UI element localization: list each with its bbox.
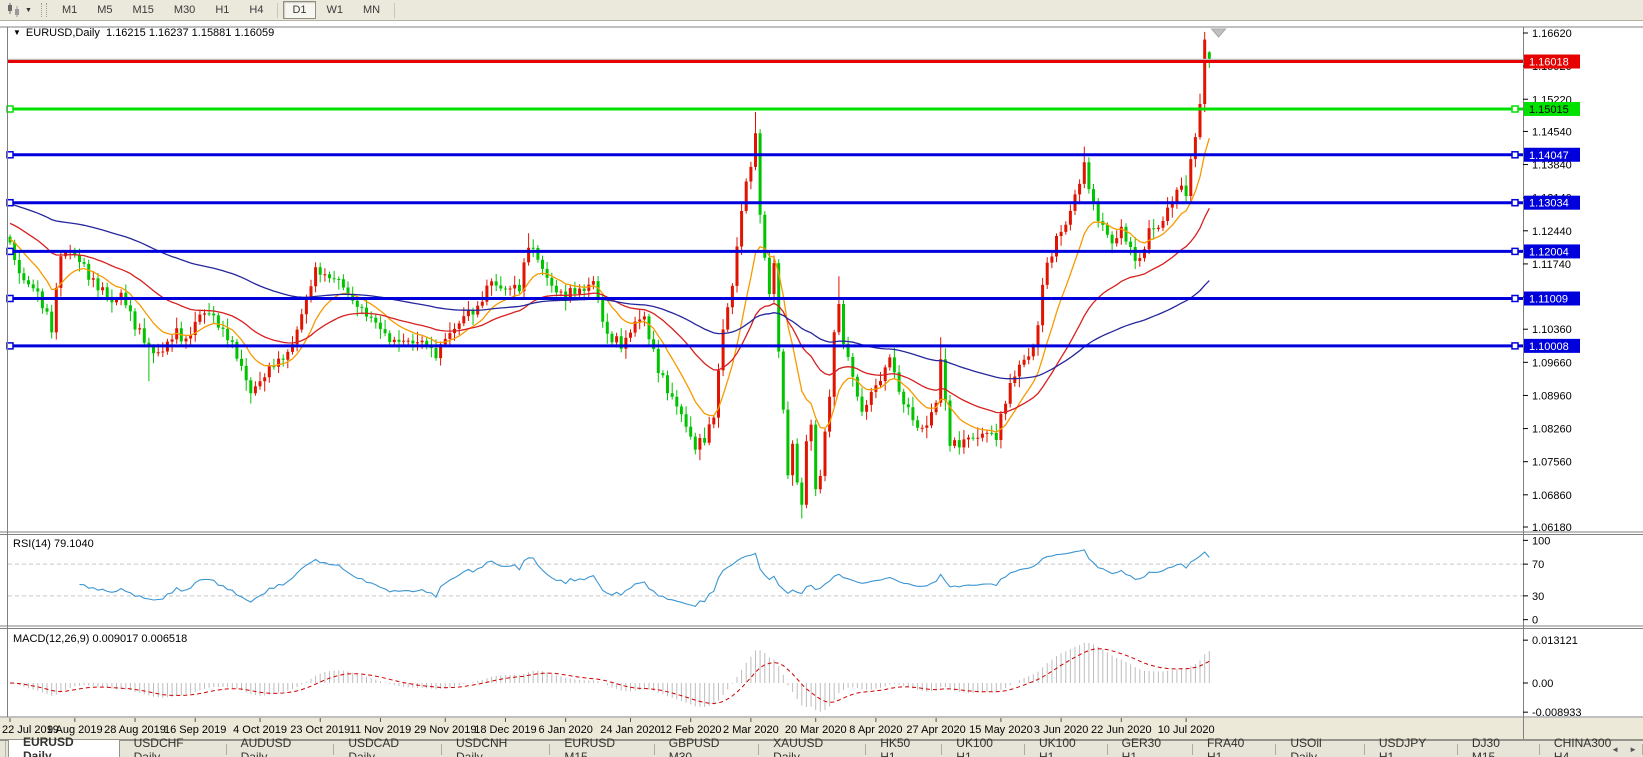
line-handle[interactable]	[1512, 343, 1518, 349]
time-tick-label: 6 Jan 2020	[538, 724, 592, 736]
timeframe-button-m5[interactable]: M5	[88, 1, 121, 19]
tab-dj30-m15[interactable]: DJ30 M15	[1458, 741, 1540, 757]
rsi-tick-label: 0	[1532, 615, 1538, 627]
timeframe-button-h4[interactable]: H4	[240, 1, 272, 19]
time-tick-label: 10 Jul 2020	[1158, 724, 1215, 736]
time-tick-label: 18 Dec 2019	[474, 724, 536, 736]
price-tick-label: 1.06180	[1532, 522, 1572, 534]
time-tick-label: 24 Jan 2020	[600, 724, 661, 736]
time-tick-label: 2 Mar 2020	[723, 724, 779, 736]
tab-usdjpy-h1[interactable]: USDJPY H1	[1365, 741, 1458, 757]
tab-usoil-daily[interactable]: USOil Daily	[1276, 741, 1365, 757]
time-tick-label: 28 Aug 2019	[104, 724, 166, 736]
tab-xauusd-daily[interactable]: XAUUSD Daily	[759, 741, 866, 757]
chart-title: ▼ EURUSD,Daily 1.16215 1.16237 1.15881 1.…	[13, 27, 274, 39]
toolbar-separator	[277, 3, 278, 18]
time-tick-label: 22 Jun 2020	[1091, 724, 1152, 736]
timeframe-button-m15[interactable]: M15	[124, 1, 163, 19]
price-tick-label: 1.08960	[1532, 390, 1572, 402]
toolbar: ▼ M1M5M15M30H1H4 D1W1MN	[0, 0, 1643, 21]
chart-canvas[interactable]: 1.166201.159201.152201.145401.138401.131…	[0, 0, 1643, 757]
line-handle[interactable]	[1512, 200, 1518, 206]
tab-scroll-left-icon[interactable]: ◄	[1611, 745, 1619, 754]
line-price-badge-label: 1.10008	[1529, 341, 1569, 353]
time-tick-label: 11 Nov 2019	[350, 724, 412, 736]
tab-gbpusd-m30[interactable]: GBPUSD M30	[655, 741, 759, 757]
tabbar-grip[interactable]	[0, 741, 6, 757]
time-tick-label: 15 May 2020	[969, 724, 1033, 736]
line-price-badge-label: 1.15015	[1529, 104, 1569, 116]
toolbar-grip[interactable]	[41, 3, 47, 17]
tab-hk50-h1[interactable]: HK50 H1	[866, 741, 942, 757]
macd-tick-label: 0.00	[1532, 678, 1553, 690]
timeframe-button-m30[interactable]: M30	[165, 1, 204, 19]
price-tick-label: 1.14540	[1532, 126, 1572, 138]
time-tick-label: 29 Nov 2019	[414, 724, 476, 736]
price-tick-label: 1.08260	[1532, 424, 1572, 436]
tab-scroll-right-icon[interactable]: ►	[1629, 745, 1637, 754]
time-tick-label: 16 Sep 2019	[164, 724, 226, 736]
chart-tab-bar: EURUSD DailyUSDCHF DailyAUDUSD DailyUSDC…	[0, 740, 1643, 757]
collapse-triangle-icon[interactable]: ▼	[13, 28, 21, 37]
price-tick-label: 1.11740	[1532, 259, 1571, 271]
chart-title-ohlc: 1.16215 1.16237 1.15881 1.16059	[106, 27, 274, 39]
tab-ger30-h1[interactable]: GER30 H1	[1108, 741, 1193, 757]
tab-uk100-h1[interactable]: UK100 H1	[942, 741, 1025, 757]
line-handle[interactable]	[1512, 152, 1518, 158]
macd-tick-label: 0.013121	[1532, 635, 1578, 647]
timeframe-button-d1[interactable]: D1	[283, 1, 315, 19]
time-tick-label: 23 Oct 2019	[290, 724, 350, 736]
line-price-badge-label: 1.12004	[1529, 246, 1569, 258]
price-tick-label: 1.10360	[1532, 324, 1572, 336]
macd-indicator-label: MACD(12,26,9) 0.009017 0.006518	[13, 633, 187, 645]
line-handle[interactable]	[1512, 296, 1518, 302]
tab-usdchf-daily[interactable]: USDCHF Daily	[120, 741, 227, 757]
rsi-tick-label: 30	[1532, 591, 1544, 603]
tab-usdcad-daily[interactable]: USDCAD Daily	[334, 741, 442, 757]
time-tick-label: 4 Oct 2019	[233, 724, 287, 736]
line-studies-icon[interactable]: ▼	[3, 2, 35, 18]
tab-uk100-h1[interactable]: UK100 H1	[1025, 741, 1108, 757]
price-tick-label: 1.16620	[1532, 28, 1572, 40]
chevron-down-icon[interactable]: ▼	[25, 7, 32, 14]
line-price-badge-label: 1.13034	[1529, 198, 1569, 210]
time-tick-label: 20 Mar 2020	[785, 724, 847, 736]
timeframe-button-h1[interactable]: H1	[206, 1, 238, 19]
time-tick-label: 3 Jun 2020	[1034, 724, 1088, 736]
tab-eurusd-daily[interactable]: EURUSD Daily	[8, 740, 120, 757]
candlestick-tool-icon	[6, 3, 22, 17]
timeframe-button-mn[interactable]: MN	[354, 1, 389, 19]
timeframe-button-m1[interactable]: M1	[53, 1, 86, 19]
time-tick-label: 12 Feb 2020	[660, 724, 722, 736]
price-tick-label: 1.07560	[1532, 457, 1572, 469]
rsi-tick-label: 100	[1532, 535, 1550, 547]
line-handle[interactable]	[1512, 106, 1518, 112]
toolbar-separator	[394, 3, 395, 18]
timeframe-button-w1[interactable]: W1	[318, 1, 353, 19]
tab-scroll-buttons: ◄ ►	[1611, 741, 1637, 757]
macd-tick-label: -0.008933	[1532, 707, 1582, 719]
tab-audusd-daily[interactable]: AUDUSD Daily	[227, 741, 335, 757]
price-tick-label: 1.09660	[1532, 357, 1572, 369]
line-handle[interactable]	[1512, 248, 1518, 254]
time-tick-label: 27 Apr 2020	[906, 724, 965, 736]
chart-title-symbol: EURUSD,Daily	[26, 27, 100, 39]
line-price-badge-label: 1.11009	[1529, 294, 1568, 306]
rsi-tick-label: 70	[1532, 559, 1544, 571]
price-tick-label: 1.12440	[1532, 226, 1572, 238]
tab-eurusd-m15[interactable]: EURUSD M15	[550, 741, 654, 757]
mt4-window: { "toolbar": { "chart_icon": "line-studi…	[0, 0, 1643, 757]
line-price-badge-label: 1.14047	[1529, 150, 1569, 162]
price-tick-label: 1.06860	[1532, 490, 1572, 502]
rsi-indicator-label: RSI(14) 79.1040	[13, 538, 94, 550]
tab-fra40-h1[interactable]: FRA40 H1	[1193, 741, 1276, 757]
time-tick-label: 8 Apr 2020	[849, 724, 902, 736]
tab-usdcnh-daily[interactable]: USDCNH Daily	[442, 741, 550, 757]
line-price-badge-label: 1.16018	[1529, 56, 1569, 68]
